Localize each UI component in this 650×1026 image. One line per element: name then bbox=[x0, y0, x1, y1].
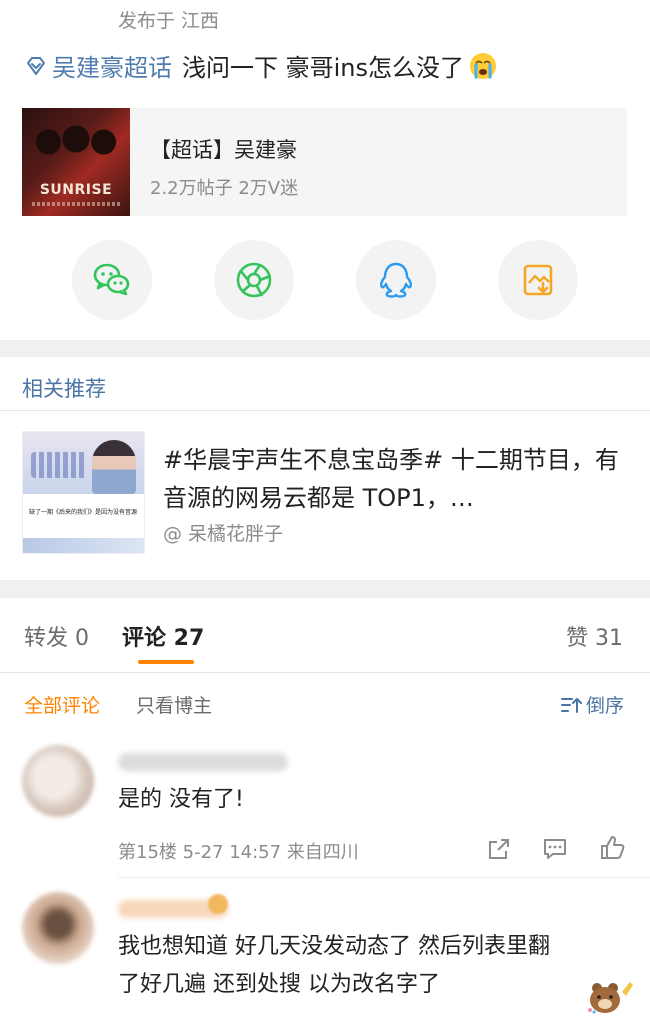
save-image-icon bbox=[523, 264, 553, 296]
crying-face-icon bbox=[470, 52, 497, 79]
share-moments-button[interactable] bbox=[214, 240, 294, 320]
thumbnail-caption: 缺了一期《后来的我们》是因为没有音源 bbox=[29, 509, 138, 516]
post-content-line: 吴建豪超话 浅问一下 豪哥ins怎么没了 bbox=[24, 48, 498, 83]
divider bbox=[118, 877, 650, 878]
chaohua-link[interactable]: 吴建豪超话 bbox=[52, 48, 172, 83]
sort-icon bbox=[560, 697, 582, 713]
comment-meta: 第15楼 5-27 14:57 来自四川 bbox=[118, 842, 359, 863]
share-qq-button[interactable] bbox=[356, 240, 436, 320]
reply-icon[interactable] bbox=[541, 835, 569, 863]
comment-text: 是的 没有了! bbox=[118, 787, 244, 812]
sort-button[interactable]: 倒序 bbox=[560, 691, 624, 718]
save-image-button[interactable] bbox=[498, 240, 578, 320]
tab-likes[interactable]: 赞 31 bbox=[566, 620, 623, 652]
related-header: 相关推荐 bbox=[22, 377, 106, 401]
avatar[interactable] bbox=[22, 892, 94, 964]
share-row bbox=[0, 240, 650, 320]
sort-label: 倒序 bbox=[585, 695, 624, 717]
post-location: 发布于 江西 bbox=[118, 10, 220, 32]
related-thumbnail[interactable]: 缺了一期《后来的我们》是因为没有音源 bbox=[22, 431, 145, 554]
like-icon[interactable] bbox=[598, 833, 626, 861]
share-wechat-button[interactable] bbox=[72, 240, 152, 320]
chaohua-diamond-icon bbox=[27, 56, 45, 75]
tab-repost[interactable]: 转发 0 bbox=[24, 620, 89, 652]
post-section: 发布于 江西 吴建豪超话 浅问一下 豪哥ins怎么没了 SUNRISE 【超话】… bbox=[0, 0, 650, 340]
filter-all-comments[interactable]: 全部评论 bbox=[24, 691, 100, 718]
member-badge bbox=[208, 894, 228, 914]
cover-title: SUNRISE bbox=[39, 182, 113, 198]
qq-icon bbox=[380, 262, 412, 298]
comment-filter-bar: 全部评论 只看博主 倒序 bbox=[0, 673, 650, 731]
filter-author-only[interactable]: 只看博主 bbox=[136, 691, 212, 718]
topic-card[interactable]: SUNRISE 【超话】吴建豪 2.2万帖子 2万V迷 bbox=[22, 108, 627, 216]
avatar[interactable] bbox=[22, 745, 94, 817]
bear-sticker-icon bbox=[588, 982, 633, 1014]
related-post-author[interactable]: @ 呆橘花胖子 bbox=[163, 519, 283, 546]
topic-title: 【超话】吴建豪 bbox=[150, 138, 297, 162]
active-tab-indicator bbox=[138, 660, 194, 664]
post-text: 浅问一下 豪哥ins怎么没了 bbox=[182, 54, 465, 82]
related-section: 相关推荐 缺了一期《后来的我们》是因为没有音源 #华晨宇声生不息宝岛季# 十二期… bbox=[0, 357, 650, 580]
divider bbox=[0, 410, 650, 411]
moments-icon bbox=[236, 262, 272, 298]
share-icon[interactable] bbox=[485, 835, 513, 863]
username[interactable] bbox=[118, 753, 288, 771]
related-post-title[interactable]: #华晨宇声生不息宝岛季# 十二期节目，有音源的网易云都是 TOP1，… bbox=[163, 441, 623, 517]
tab-comments[interactable]: 评论 27 bbox=[122, 620, 204, 652]
topic-cover-image: SUNRISE bbox=[22, 108, 130, 216]
wechat-icon bbox=[93, 263, 130, 296]
interaction-tabs: 转发 0 评论 27 赞 31 bbox=[0, 598, 650, 672]
section-gap bbox=[0, 580, 650, 598]
section-gap bbox=[0, 340, 650, 357]
topic-stats: 2.2万帖子 2万V迷 bbox=[150, 178, 299, 199]
comment-text-line: 了好几遍 还到处搜 以为改名字了 bbox=[118, 972, 440, 997]
comment-item: 我也想知道 好几天没发动态了 然后列表里翻 了好几遍 还到处搜 以为改名字了 bbox=[0, 892, 650, 1026]
comment-text-line: 我也想知道 好几天没发动态了 然后列表里翻 bbox=[118, 934, 550, 959]
